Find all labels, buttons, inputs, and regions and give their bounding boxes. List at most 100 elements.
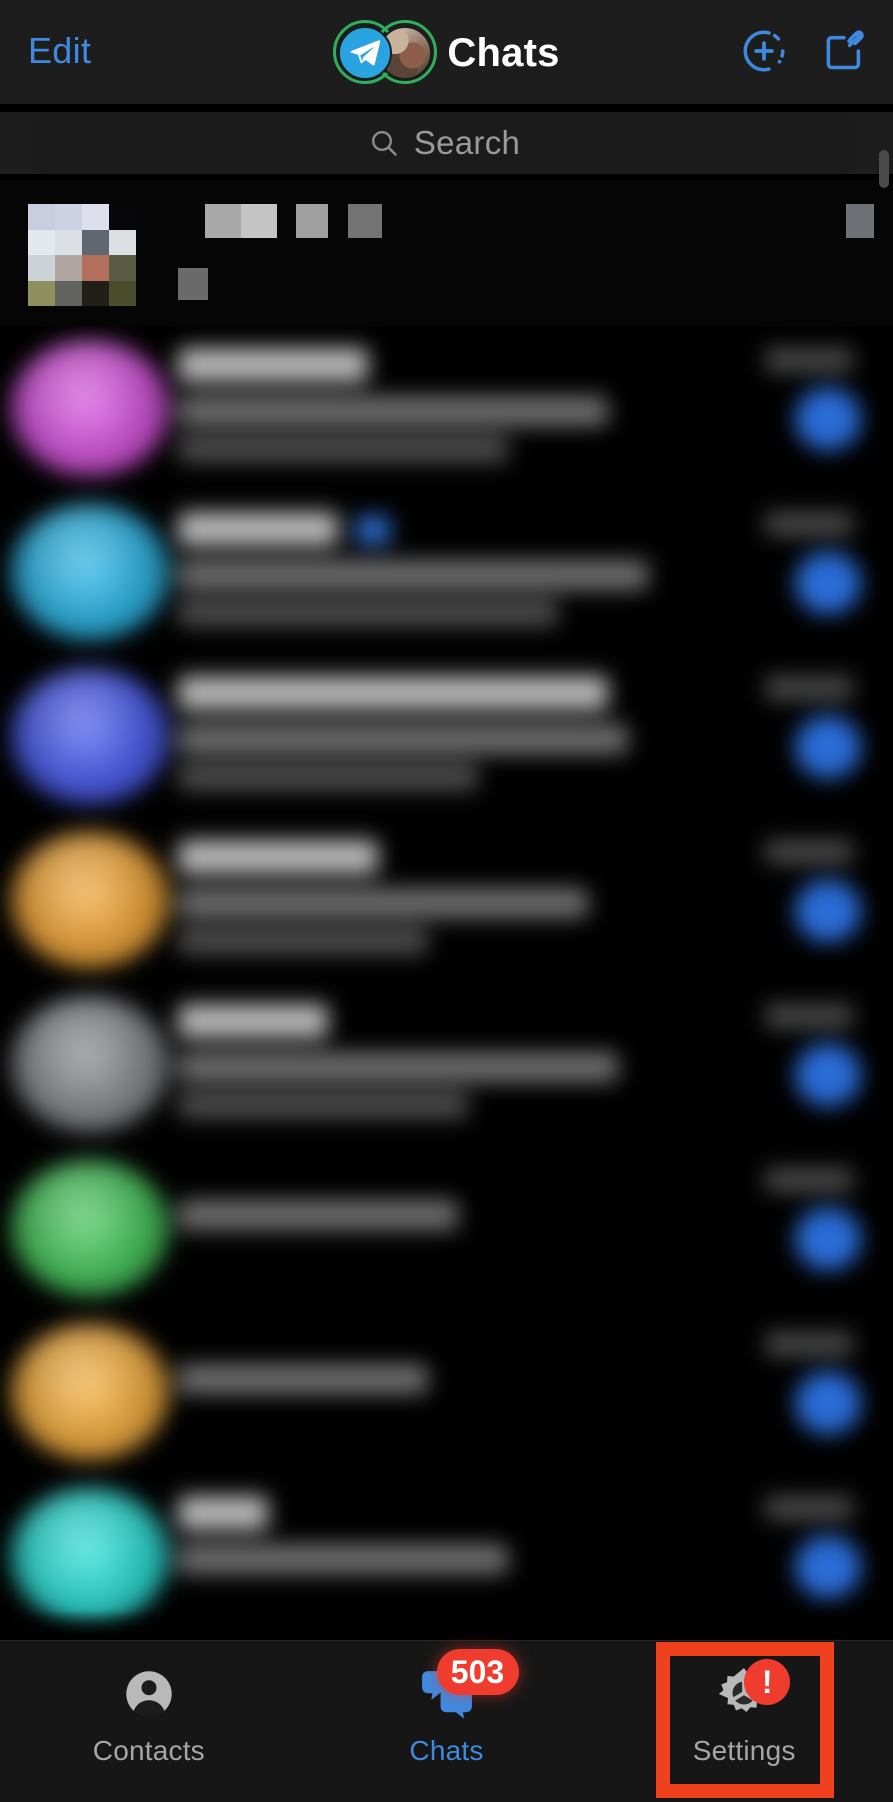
chat-preview-line-1-redacted	[178, 396, 608, 426]
chat-unread-badge	[795, 1044, 861, 1106]
mosaic-block	[55, 280, 82, 306]
chat-title-redacted	[178, 348, 368, 382]
chat-avatar[interactable]	[10, 504, 170, 640]
chat-timestamp-redacted	[765, 1496, 853, 1520]
scrollbar-thumb[interactable]	[879, 150, 889, 188]
mosaic-block	[82, 204, 109, 230]
mosaic-block	[109, 204, 136, 230]
redacted-name	[205, 204, 277, 238]
redacted-avatar	[28, 204, 136, 306]
tab-settings[interactable]: ! Settings	[595, 1641, 893, 1802]
chat-list-item[interactable]	[0, 818, 893, 982]
tab-contacts[interactable]: Contacts	[0, 1641, 298, 1802]
chat-avatar[interactable]	[10, 1488, 170, 1624]
mosaic-block	[28, 204, 55, 230]
bottom-tab-bar: Contacts 503 Chats ! Settings	[0, 1640, 893, 1802]
chat-title-redacted	[178, 1004, 328, 1038]
chat-avatar[interactable]	[10, 1324, 170, 1460]
mosaic-block	[178, 268, 208, 300]
chat-list-item[interactable]	[0, 490, 893, 654]
chat-preview-line-2-redacted	[178, 600, 558, 626]
chat-unread-badge	[795, 1208, 861, 1270]
mosaic-block	[109, 255, 136, 281]
chat-timestamp-redacted	[765, 348, 853, 372]
mosaic-block	[55, 229, 82, 255]
chat-list-item[interactable]	[0, 1310, 893, 1474]
search-placeholder: Search	[413, 124, 521, 161]
telegram-chats-screen: Edit Chats Search Contacts 503 Chats ! S…	[0, 0, 893, 1802]
mosaic-block	[55, 204, 82, 230]
mosaic-block	[28, 229, 55, 255]
person-circle-icon	[126, 1671, 172, 1718]
chat-unread-badge	[795, 716, 861, 778]
chat-timestamp-redacted	[765, 1332, 853, 1356]
chat-avatar[interactable]	[10, 1160, 170, 1296]
chat-preview-line-1-redacted	[178, 1544, 508, 1574]
chat-unread-badge	[795, 552, 861, 614]
chat-list[interactable]	[0, 326, 893, 1640]
redacted-chat-row[interactable]	[0, 180, 893, 326]
chat-preview-line-1-redacted	[178, 560, 648, 590]
search-section: Search	[0, 112, 893, 188]
chat-title-redacted	[178, 676, 608, 710]
mosaic-block	[296, 204, 328, 238]
contacts-icon-wrap	[117, 1663, 181, 1725]
chat-preview-line-1-redacted	[178, 1200, 458, 1230]
mosaic-block	[82, 255, 109, 281]
header-avatar-pair[interactable]	[333, 20, 438, 84]
chat-avatar[interactable]	[10, 996, 170, 1132]
chat-unread-badge	[795, 388, 861, 450]
chat-timestamp-redacted	[765, 512, 853, 536]
tab-chats-label: Chats	[409, 1735, 484, 1766]
tab-settings-label: Settings	[692, 1735, 796, 1766]
chat-unread-badge	[795, 1536, 861, 1598]
chat-avatar[interactable]	[10, 668, 170, 804]
chat-unread-badge	[795, 1372, 861, 1434]
mosaic-block	[28, 255, 55, 281]
chat-timestamp-redacted	[765, 1168, 853, 1192]
chat-preview-line-1-redacted	[178, 888, 588, 918]
tab-chats[interactable]: 503 Chats	[298, 1641, 596, 1802]
chat-unread-badge	[795, 880, 861, 942]
mosaic-block	[241, 204, 277, 238]
redacted-time	[846, 204, 874, 238]
mosaic-block	[109, 280, 136, 306]
mosaic-block	[55, 255, 82, 281]
chats-unread-badge: 503	[436, 1649, 519, 1695]
add-story-button[interactable]	[739, 26, 789, 76]
list-bottom-fade	[0, 1610, 893, 1640]
chat-timestamp-redacted	[765, 1004, 853, 1028]
chat-preview-line-1-redacted	[178, 1364, 428, 1394]
chat-avatar[interactable]	[10, 832, 170, 968]
redacted-word-4	[178, 268, 208, 300]
settings-icon-wrap: !	[712, 1659, 791, 1725]
chat-preview-line-2-redacted	[178, 1092, 468, 1118]
compose-button[interactable]	[819, 26, 869, 76]
chat-list-item[interactable]	[0, 654, 893, 818]
chat-preview-line-2-redacted	[178, 436, 508, 462]
page-title: Chats	[447, 30, 560, 75]
mosaic-block	[82, 229, 109, 255]
app-header: Edit Chats	[0, 0, 893, 104]
tab-contacts-label: Contacts	[92, 1735, 205, 1766]
chat-title-redacted	[178, 512, 338, 546]
chat-title-redacted	[178, 1496, 268, 1530]
chat-preview-line-2-redacted	[178, 764, 478, 790]
mosaic-block	[846, 204, 874, 238]
mosaic-block	[109, 229, 136, 255]
chat-preview-line-1-redacted	[178, 724, 628, 754]
chat-title-redacted	[178, 840, 378, 874]
chat-avatar[interactable]	[10, 340, 170, 476]
chat-list-item[interactable]	[0, 982, 893, 1146]
search-icon	[371, 131, 397, 156]
mosaic-block	[28, 280, 55, 306]
chats-icon-wrap: 503	[415, 1649, 519, 1725]
redacted-word-3	[348, 204, 382, 238]
search-input[interactable]: Search	[32, 112, 856, 174]
settings-alert-badge: !	[744, 1659, 791, 1705]
chat-list-item[interactable]	[0, 1146, 893, 1310]
chat-preview-line-1-redacted	[178, 1052, 618, 1082]
mosaic-block	[348, 204, 382, 238]
redacted-word-2	[296, 204, 328, 238]
chat-list-item[interactable]	[0, 326, 893, 490]
